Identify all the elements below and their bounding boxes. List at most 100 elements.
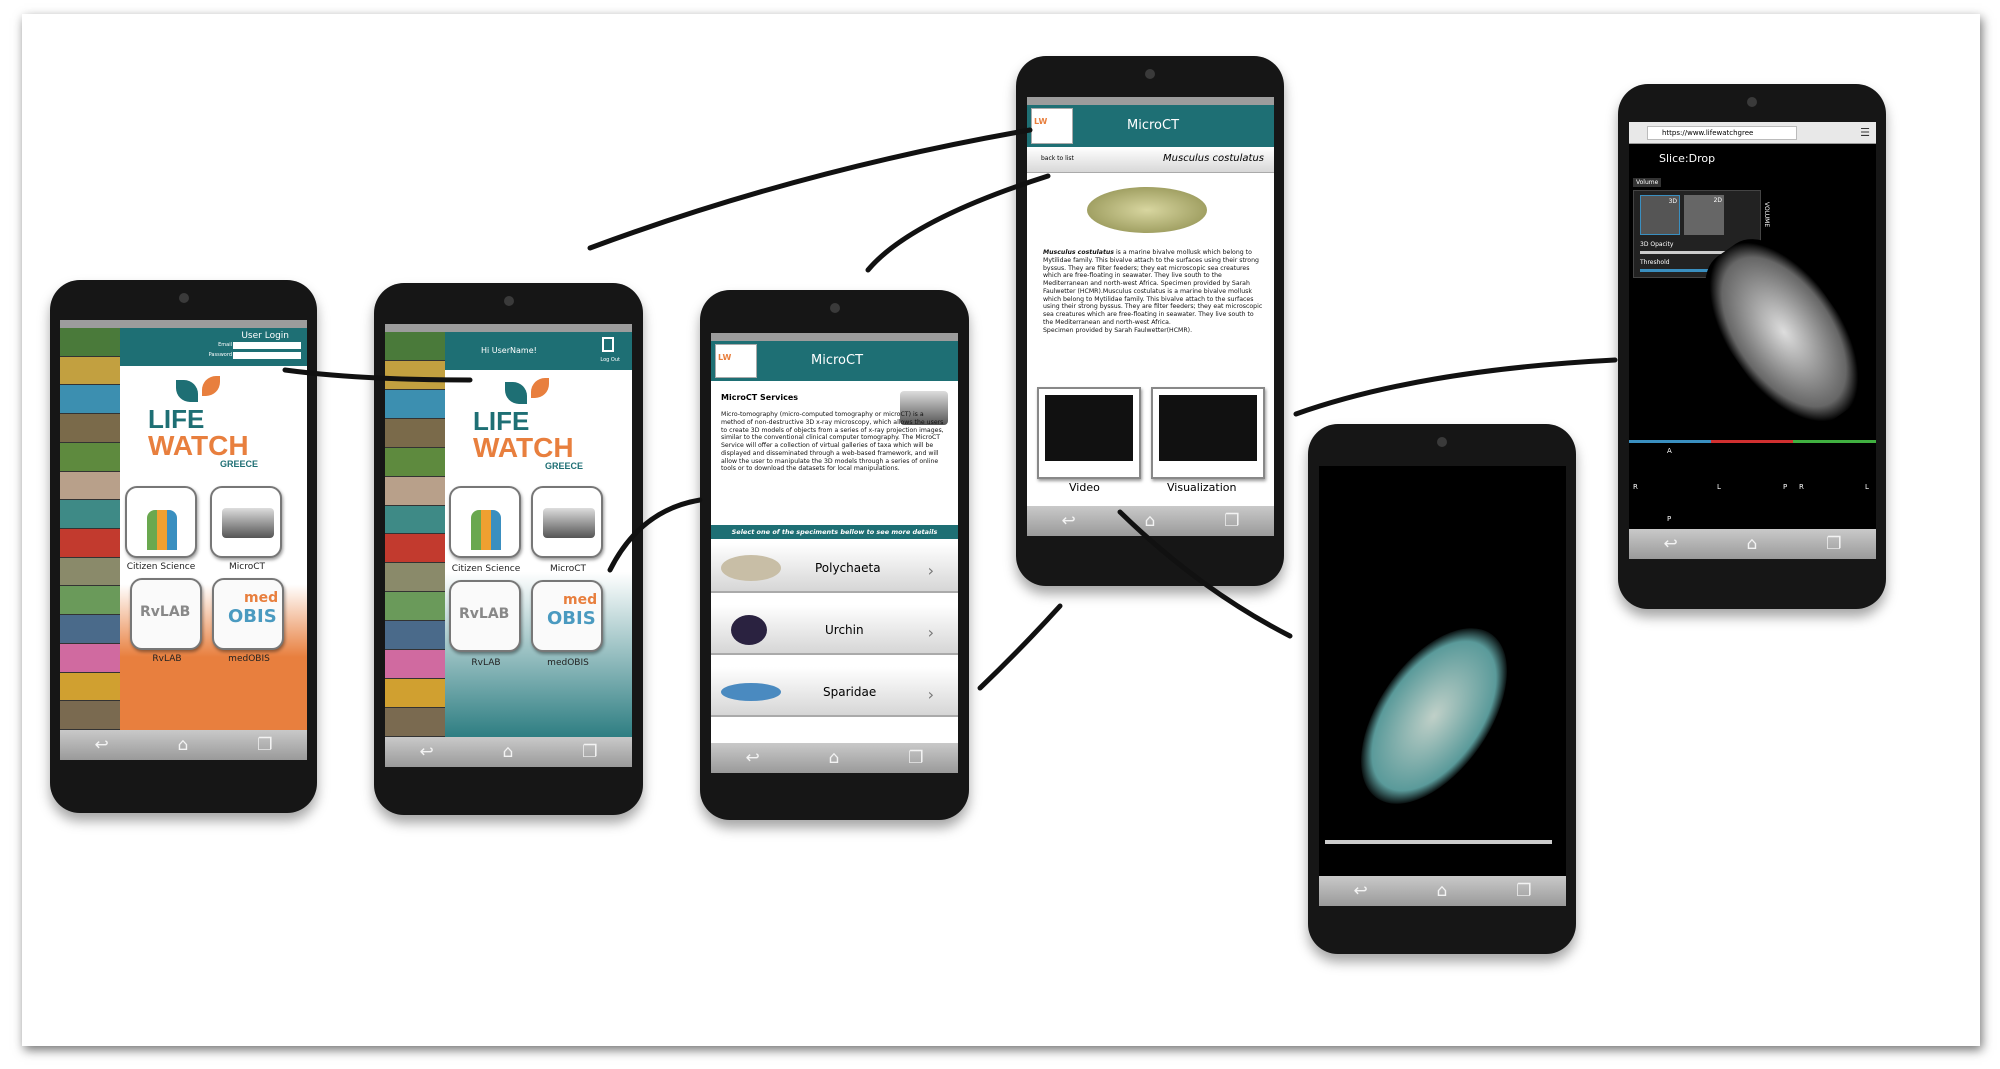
video-progress-bar[interactable] [1325, 840, 1552, 844]
status-bar [385, 324, 632, 332]
specimen-header: LW MicroCT [1027, 105, 1274, 147]
status-bar [711, 333, 958, 341]
services-description: Micro-tomography (micro-computed tomogra… [721, 411, 944, 473]
rvlab-label: RvLAB [152, 654, 182, 664]
lifewatch-badge: LW [715, 344, 757, 378]
logo-life: LIFE [148, 404, 205, 434]
medobis-logo-med: med [244, 590, 279, 606]
list-item[interactable]: Sparidae › [711, 667, 958, 717]
home-icon[interactable]: ⌂ [178, 735, 189, 755]
back-icon[interactable]: ↩ [1061, 511, 1075, 531]
volume-tab[interactable]: Volume [1633, 178, 1662, 187]
home-main: LIFE WATCH GREECE Citizen Science MicroC… [445, 370, 632, 737]
chevron-right-icon: › [927, 623, 934, 642]
login-screen: User Login Email Password LIFE WATCH GRE… [60, 320, 307, 760]
home-icon[interactable]: ⌂ [1145, 511, 1156, 531]
microct-button[interactable] [210, 486, 282, 558]
recent-apps-icon[interactable]: ❐ [1224, 511, 1239, 531]
logo-leaf-icon [176, 380, 198, 402]
specimen-3d-render [1331, 602, 1537, 830]
tab-3d[interactable]: 3D [1640, 195, 1680, 235]
rvlab-button[interactable]: RvLAB [130, 578, 202, 650]
medobis-label: medOBIS [547, 658, 589, 668]
logout-icon[interactable] [602, 337, 614, 352]
home-icon[interactable]: ⌂ [503, 742, 514, 762]
medobis-button[interactable]: med OBIS [531, 580, 603, 652]
logout-label[interactable]: Log Out [600, 357, 620, 363]
back-icon[interactable]: ↩ [745, 748, 759, 768]
visualization-button[interactable] [1151, 387, 1265, 479]
url-field[interactable]: https://www.lifewatchgree [1647, 126, 1797, 140]
logo-greece: GREECE [220, 459, 259, 469]
login-main: LIFE WATCH GREECE Citizen Science MicroC… [120, 366, 307, 730]
nav-bar: ↩ ⌂ ❐ [1027, 506, 1274, 536]
services-heading: MicroCT Services [721, 393, 799, 402]
menu-icon[interactable]: ☰ [1860, 126, 1870, 139]
phone-speaker [1747, 97, 1757, 107]
slice-views: A R P L P R L [1629, 440, 1876, 528]
recent-apps-icon[interactable]: ❐ [257, 735, 272, 755]
species-name: Musculus costulatus [1163, 153, 1264, 164]
video-button[interactable] [1037, 387, 1141, 479]
scanner-icon [543, 508, 595, 538]
slice-divider [1793, 440, 1876, 443]
citizen-science-button[interactable] [449, 486, 521, 558]
list-item[interactable]: Urchin › [711, 605, 958, 655]
recent-apps-icon[interactable]: ❐ [1826, 534, 1841, 554]
nav-bar: ↩ ⌂ ❐ [1319, 876, 1566, 906]
home-icon[interactable]: ⌂ [1747, 534, 1758, 554]
back-icon[interactable]: ↩ [1353, 881, 1367, 901]
medobis-label: medOBIS [228, 654, 270, 664]
recent-apps-icon[interactable]: ❐ [1516, 881, 1531, 901]
visualization-thumbnail [1159, 395, 1257, 461]
microct-header: LW MicroCT [711, 341, 958, 381]
video-thumbnail [1045, 395, 1133, 461]
photo-strip [60, 328, 120, 731]
home-screen: Hi UserName! Log Out LIFE WATCH GREECE C… [385, 324, 632, 767]
orient-a: A [1667, 447, 1672, 455]
opacity-label: 3D Opacity [1640, 241, 1674, 248]
home-icon[interactable]: ⌂ [829, 748, 840, 768]
rvlab-button[interactable]: RvLAB [449, 580, 521, 652]
orient-l: L [1717, 483, 1721, 491]
microct-button[interactable] [531, 486, 603, 558]
password-label: Password [208, 352, 232, 358]
orient-r: R [1633, 483, 1638, 491]
back-icon[interactable]: ↩ [419, 742, 433, 762]
phone-login: User Login Email Password LIFE WATCH GRE… [50, 280, 317, 813]
recent-apps-icon[interactable]: ❐ [582, 742, 597, 762]
specimen-title: MicroCT [1127, 118, 1180, 133]
people-icon [471, 510, 501, 550]
logo-leaf-icon [505, 382, 527, 404]
home-header: Hi UserName! Log Out [445, 332, 632, 370]
login-title: User Login [241, 331, 289, 341]
home-icon[interactable]: ⌂ [1437, 881, 1448, 901]
microct-title: MicroCT [811, 353, 864, 368]
phone-speaker [178, 293, 189, 303]
video-label: Video [1069, 481, 1100, 494]
shell-image [721, 555, 781, 581]
back-icon[interactable]: ↩ [94, 735, 108, 755]
back-to-list-link[interactable]: back to list [1041, 155, 1074, 162]
password-field[interactable] [233, 352, 301, 359]
urchin-image [731, 615, 767, 645]
volume-side-label: VOLUME [1763, 202, 1770, 228]
logo-leaf-icon [531, 378, 549, 398]
tab-2d[interactable]: 2D [1684, 195, 1724, 235]
citizen-science-label: Citizen Science [126, 562, 196, 572]
citizen-science-button[interactable] [125, 486, 197, 558]
lifewatch-badge: LW [1031, 108, 1073, 144]
email-field[interactable] [233, 342, 301, 349]
phone-speaker [503, 296, 514, 306]
medobis-logo-med: med [563, 592, 598, 608]
browser-bar: https://www.lifewatchgree ☰ [1629, 122, 1876, 144]
desc-bold: Musculus costulatus [1043, 249, 1114, 256]
nav-bar: ↩ ⌂ ❐ [60, 730, 307, 760]
recent-apps-icon[interactable]: ❐ [908, 748, 923, 768]
medobis-button[interactable]: med OBIS [212, 578, 284, 650]
orient-p: P [1783, 483, 1788, 491]
list-item[interactable]: Polychaeta › [711, 543, 958, 593]
nav-bar: ↩ ⌂ ❐ [711, 743, 958, 773]
medobis-logo-obis: OBIS [547, 608, 596, 629]
back-icon[interactable]: ↩ [1663, 534, 1677, 554]
